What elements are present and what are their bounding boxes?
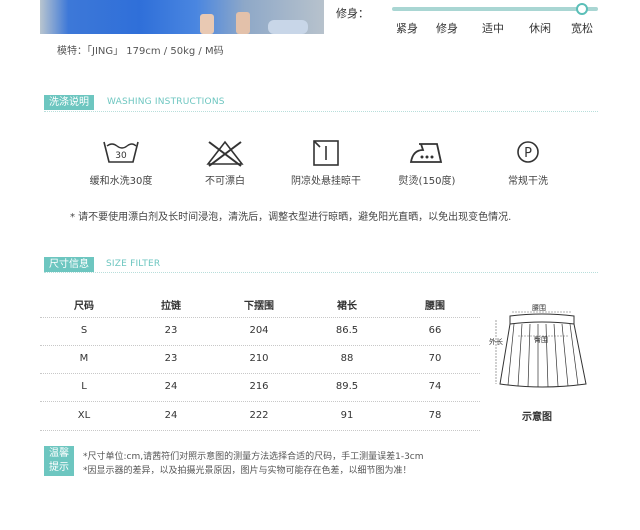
waist-label: 腰围 (532, 304, 546, 312)
wash-label: 常规干洗 (508, 176, 548, 187)
fit-option-loose: 宽松 (571, 22, 593, 35)
wash-label: 不可漂白 (205, 176, 245, 187)
iron-icon (409, 143, 443, 163)
product-photo (40, 0, 324, 34)
table-cell: 24 (164, 410, 178, 421)
row-divider (40, 345, 480, 346)
section-divider (44, 111, 598, 112)
fit-option-tight: 紧身 (396, 22, 418, 35)
dry-clean-icon: P (517, 141, 539, 163)
wash-label: 缓和水洗30度 (89, 176, 153, 187)
table-cell: 23 (164, 353, 178, 364)
wash-label: 阴凉处悬挂晾干 (291, 176, 361, 187)
wash-30-icon: 30 (103, 141, 139, 163)
table-header: 裙长 (337, 301, 357, 312)
hip-label: 臀围 (534, 336, 548, 344)
table-cell: 216 (249, 381, 269, 392)
photo-leg (200, 14, 214, 34)
wash-label: 熨烫(150度) (398, 176, 456, 187)
row-divider (40, 430, 480, 431)
table-cell: 89.5 (335, 381, 359, 392)
tip-line: *尺寸单位:cm,请茜符们对照示意图的测量方法选择合适的尺码，手工测量误差1-3… (83, 452, 424, 462)
table-cell: 24 (164, 381, 178, 392)
table-cell: 23 (164, 325, 178, 336)
table-header: 下摆围 (244, 301, 274, 312)
table-cell: 210 (249, 353, 269, 364)
tips-title-line1: 温馨 (49, 448, 69, 459)
fit-track (392, 7, 598, 11)
table-cell: 222 (249, 410, 269, 421)
row-divider (40, 317, 480, 318)
fit-label: 修身： (336, 7, 369, 20)
washing-title-en: WASHING INSTRUCTIONS (107, 97, 225, 107)
size-title: 尺寸信息 (44, 257, 94, 272)
line-dry-shade-icon (313, 140, 339, 166)
row-divider (40, 373, 480, 374)
photo-shoe (268, 20, 308, 34)
table-cell: 66 (428, 325, 442, 336)
tips-title-line2: 提示 (49, 462, 69, 473)
no-bleach-icon (206, 140, 244, 167)
section-divider (44, 272, 598, 273)
table-cell: S (80, 325, 88, 336)
dry-clean-letter: P (524, 146, 532, 161)
table-cell: 74 (428, 381, 442, 392)
fit-option-casual: 休闲 (529, 22, 551, 35)
table-cell: 70 (428, 353, 442, 364)
size-title-en: SIZE FILTER (106, 259, 161, 269)
table-cell: 86.5 (335, 325, 359, 336)
fit-slider-knob[interactable] (576, 3, 588, 15)
table-cell: XL (77, 410, 91, 421)
photo-leg (236, 12, 250, 34)
washing-title: 洗涤说明 (44, 95, 94, 110)
table-header: 腰围 (425, 301, 445, 312)
table-cell: 91 (340, 410, 354, 421)
skirt-diagram: 腰围 臀围 外长 (489, 304, 587, 388)
model-info: 模特：「JING」 179cm / 50kg / M码 (57, 46, 224, 57)
table-cell: 204 (249, 325, 269, 336)
tips-badge: 温馨 提示 (44, 446, 74, 476)
fit-option-slim: 修身 (436, 22, 458, 35)
table-cell: 88 (340, 353, 354, 364)
washing-note: * 请不要使用漂白剂及长时间浸泡，清洗后，调整衣型进行晾晒，避免阳光直晒，以免出… (70, 212, 512, 223)
table-cell: 78 (428, 410, 442, 421)
fit-option-regular: 适中 (482, 22, 504, 35)
outer-length-label: 外长 (489, 337, 503, 346)
row-divider (40, 401, 480, 402)
tip-line: *因显示器的差异，以及拍摄光景原因，图片与实物可能存在色差，以细节图为准！ (83, 466, 412, 476)
table-cell: M (79, 353, 89, 364)
table-header: 尺码 (74, 301, 94, 312)
table-cell: L (81, 381, 87, 392)
diagram-caption: 示意图 (522, 412, 552, 423)
wash-temp: 30 (115, 151, 127, 161)
table-header: 拉链 (161, 301, 181, 312)
